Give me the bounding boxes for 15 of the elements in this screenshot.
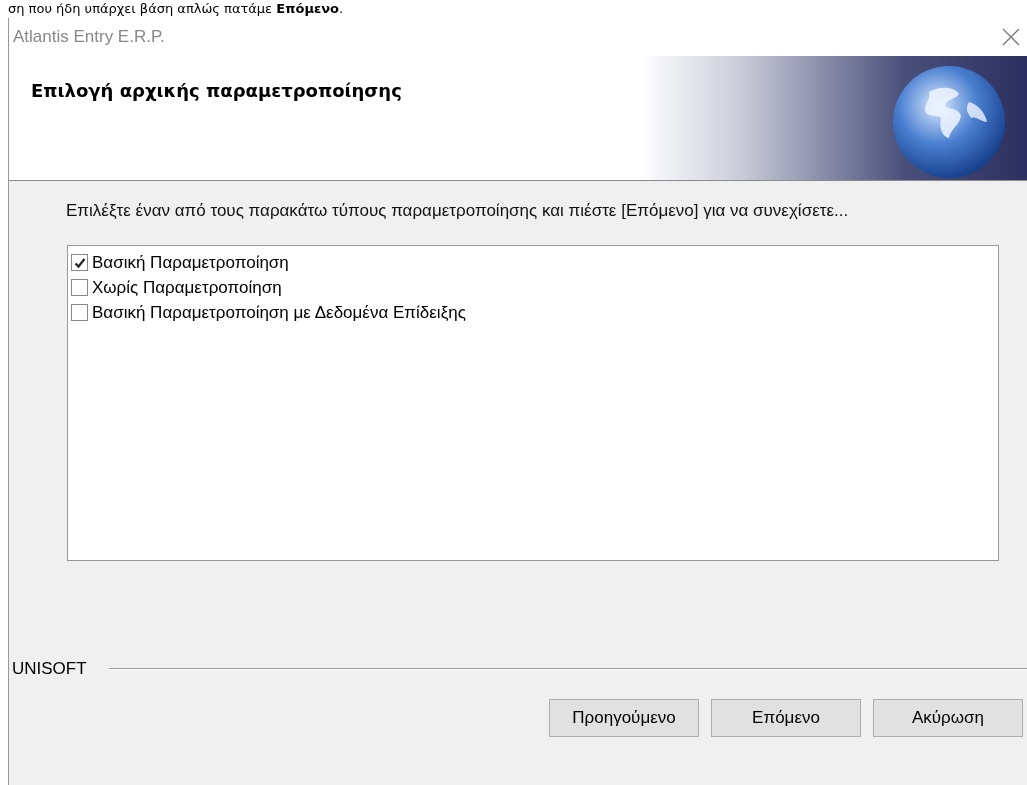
- instruction-text: Επιλέξτε έναν από τους παρακάτω τύπους παραμετροποίησης και πιέστε [Επόμενο] για να συνεχίσετε...: [66, 200, 850, 222]
- checkbox[interactable]: [71, 304, 88, 321]
- checkbox[interactable]: [71, 279, 88, 296]
- document-text: ση που ήδη υπάρχει βάση απλώς πατάμε Επόμενο.: [8, 1, 344, 16]
- brand-label: UNISOFT: [12, 659, 87, 679]
- dialog-button[interactable]: Επόμενο: [711, 699, 861, 737]
- dialog-button[interactable]: Προηγούμενο: [549, 699, 699, 737]
- header-title: Επιλογή αρχικής παραμετροποίησης: [31, 80, 402, 101]
- option-checkbox[interactable]: Χωρίς Παραμετροποίηση: [71, 275, 995, 300]
- close-icon[interactable]: [1001, 27, 1021, 47]
- option-checkbox[interactable]: Βασική Παραμετροποίηση με Δεδομένα Επίδειξης: [71, 300, 995, 325]
- window-title: Atlantis Entry E.R.P.: [13, 27, 165, 47]
- option-checkbox[interactable]: Βασική Παραμετροποίηση: [71, 250, 995, 275]
- checkbox[interactable]: [71, 254, 88, 271]
- dialog-button[interactable]: Ακύρωση: [873, 699, 1023, 737]
